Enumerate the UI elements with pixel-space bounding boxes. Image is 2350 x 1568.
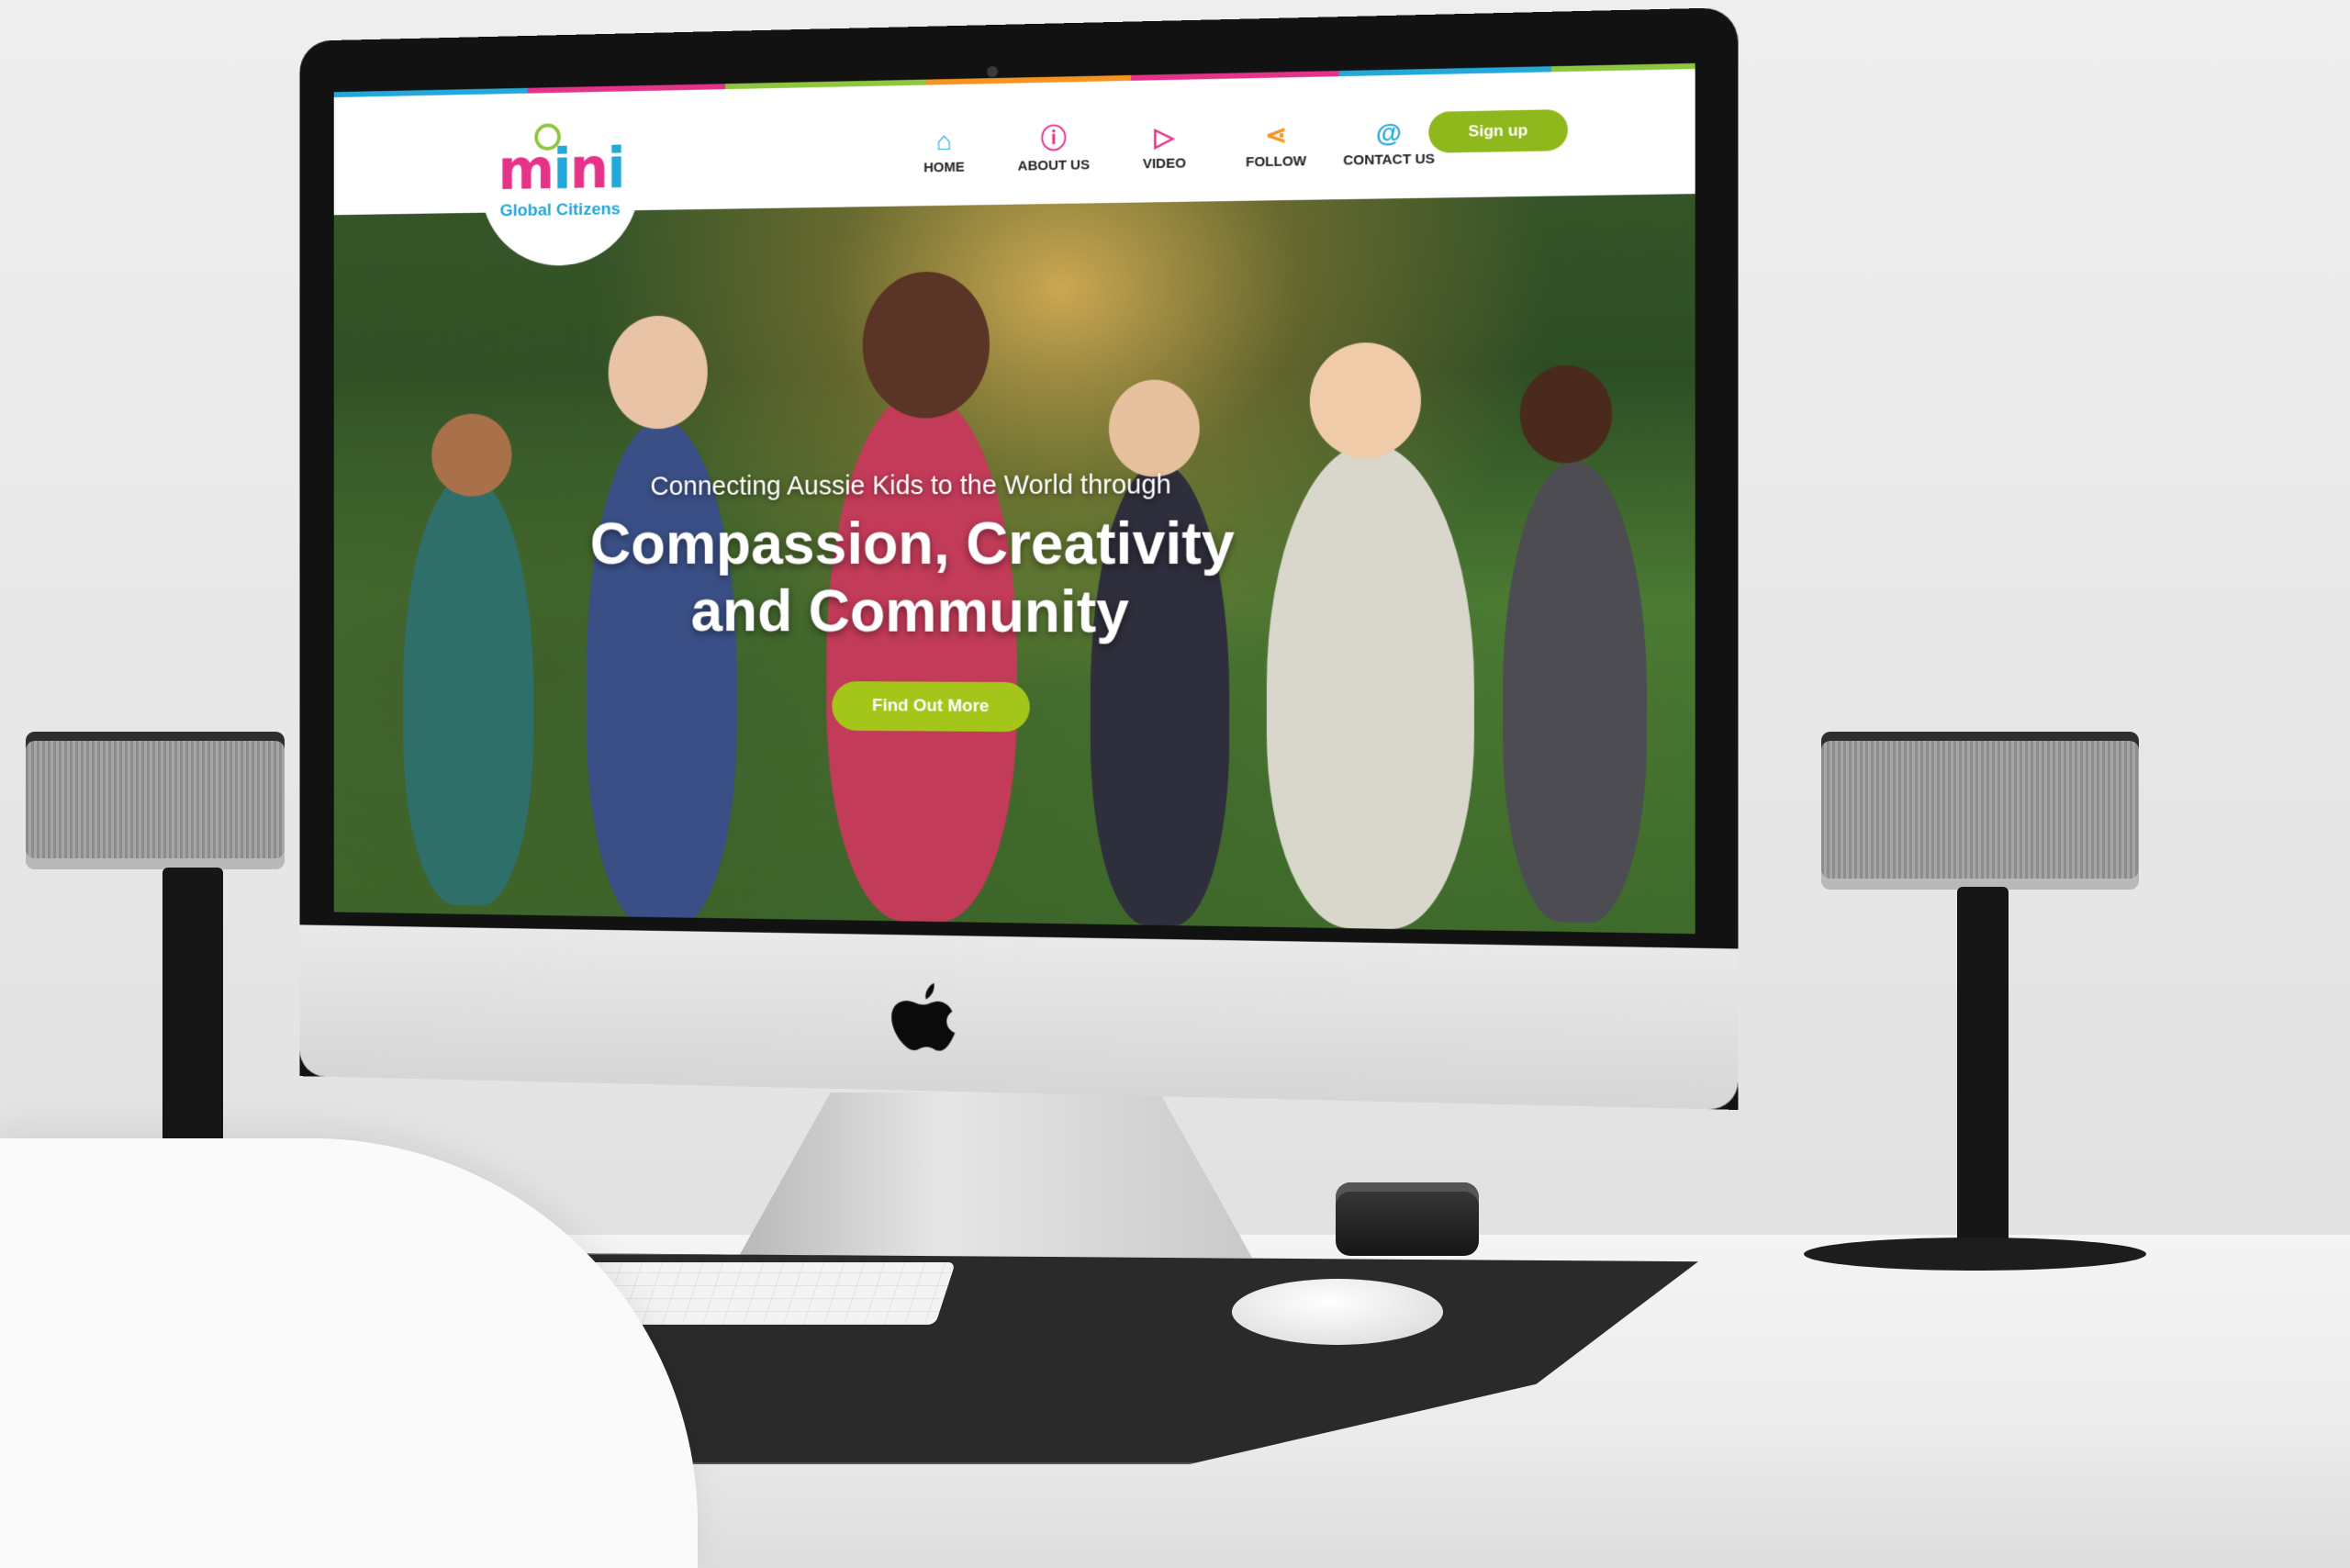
- logo-letter: i: [607, 135, 624, 201]
- hero-figure-head: [1520, 364, 1612, 463]
- nav-label: HOME: [923, 159, 965, 175]
- hero-figure-head: [863, 271, 990, 419]
- hero-figure: [403, 475, 533, 906]
- nav-item-contact-us[interactable]: @ CONTACT US: [1332, 98, 1446, 185]
- hero-tagline: Connecting Aussie Kids to the World thro…: [631, 470, 1192, 502]
- hero-figure: [1503, 461, 1647, 924]
- mouse: [1232, 1279, 1443, 1345]
- hero-figure-head: [431, 413, 511, 496]
- hero-figure-head: [609, 315, 708, 429]
- hero-figure-head: [1310, 342, 1421, 459]
- camera-icon: [987, 66, 998, 77]
- hero-headline: Compassion, Creativity and Community: [560, 509, 1267, 646]
- imac-chin: [299, 924, 1738, 1110]
- logo-wordmark[interactable]: mini: [487, 140, 636, 198]
- main-nav: ⌂ HOME ⓘ ABOUT US ▷ VIDEO ⋖ FOLLOW @ CON…: [890, 98, 1446, 192]
- rainbow-stripe: [334, 63, 1695, 97]
- logo-letter: i: [553, 136, 569, 202]
- logo-letter: m: [498, 136, 554, 203]
- right-speaker-base: [1804, 1238, 2146, 1271]
- home-icon: ⌂: [936, 124, 952, 159]
- info-icon: ⓘ: [1041, 122, 1067, 158]
- left-speaker-stand: [162, 868, 223, 1155]
- hero-figure-head: [1109, 379, 1200, 476]
- nav-label: CONTACT US: [1343, 151, 1435, 168]
- logo-letter: n: [570, 135, 607, 201]
- play-icon: ▷: [1154, 120, 1174, 156]
- find-out-more-button[interactable]: Find Out More: [832, 681, 1030, 732]
- speaker-control-puck: [1336, 1182, 1479, 1256]
- hero-figure: [826, 390, 1016, 924]
- nav-label: ABOUT US: [1018, 157, 1090, 174]
- at-icon: @: [1376, 116, 1402, 151]
- nav-item-follow[interactable]: ⋖ FOLLOW: [1220, 101, 1332, 186]
- right-speaker: [1821, 732, 2139, 890]
- share-icon: ⋖: [1265, 118, 1287, 153]
- signup-button[interactable]: Sign up: [1428, 109, 1568, 153]
- hero-figure: [1267, 442, 1474, 930]
- logo-subtitle: Global Citizens: [479, 199, 641, 221]
- right-speaker-stand: [1957, 887, 2009, 1252]
- apple-logo-icon: [891, 982, 955, 1053]
- nav-label: VIDEO: [1143, 155, 1186, 172]
- nav-label: FOLLOW: [1246, 153, 1306, 170]
- hero-headline-line-2: and Community: [560, 577, 1267, 647]
- left-speaker: [26, 732, 285, 869]
- chair: [0, 1138, 698, 1568]
- nav-item-video[interactable]: ▷ VIDEO: [1109, 103, 1220, 188]
- nav-item-about-us[interactable]: ⓘ ABOUT US: [999, 106, 1109, 190]
- nav-item-home[interactable]: ⌂ HOME: [890, 107, 999, 192]
- imac-display: mini Global Citizens ⌂ HOME ⓘ ABOUT US ▷…: [299, 7, 1738, 1110]
- imac-stand: [738, 1092, 1252, 1258]
- browser-viewport: mini Global Citizens ⌂ HOME ⓘ ABOUT US ▷…: [334, 63, 1695, 934]
- hero-headline-line-1: Compassion, Creativity: [560, 509, 1267, 577]
